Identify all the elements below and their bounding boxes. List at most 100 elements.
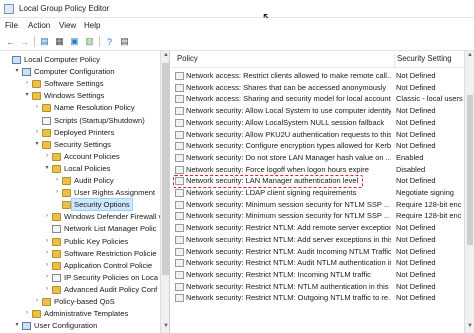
tree-item[interactable]: ▾ Local Policies <box>0 163 169 174</box>
menu-help[interactable]: Help <box>84 21 100 30</box>
tree-expander-icon[interactable]: ▾ <box>13 320 21 331</box>
folder-icon <box>52 285 61 294</box>
tree-expander-icon[interactable]: › <box>23 78 31 89</box>
tree-expander-icon[interactable]: › <box>43 236 51 247</box>
policy-row[interactable]: Network security: Restrict NTLM: Add rem… <box>171 222 464 234</box>
policy-scroll-thumb[interactable] <box>467 95 473 245</box>
tree-item[interactable]: Scripts (Startup/Shutdown) <box>0 115 169 126</box>
policy-setting: Not Defined <box>396 293 436 303</box>
policy-setting: Negotiate signing <box>396 188 454 197</box>
properties-icon[interactable]: ▣ <box>68 35 81 48</box>
policy-row[interactable]: Network security: Restrict NTLM: Add ser… <box>171 234 464 246</box>
tree-expander-icon[interactable]: › <box>33 102 41 113</box>
policy-icon <box>175 72 184 80</box>
scroll-up-icon[interactable]: ▲ <box>163 52 169 58</box>
policy-row[interactable]: Network security: Allow Local System to … <box>171 105 464 117</box>
policy-row[interactable]: Network security: Configure encryption t… <box>171 140 464 152</box>
tree-item[interactable]: › Policy-based QoS <box>0 296 169 307</box>
column-header-row: Policy Security Setting <box>171 51 474 68</box>
policy-icon <box>175 165 184 174</box>
policy-row[interactable]: Network security: Restrict NTLM: Audit N… <box>171 257 464 269</box>
tree-expander-icon[interactable]: ▾ <box>13 66 21 77</box>
policy-row[interactable]: Network security: Restrict NTLM: Incomin… <box>171 269 464 281</box>
tree-item-label: Software Restriction Policie <box>64 248 157 258</box>
tree-item[interactable]: › Deployed Printers <box>0 127 169 138</box>
tree-scrollbar[interactable]: ▲ ▼ <box>160 51 169 333</box>
tree-expander-icon[interactable]: › <box>43 272 51 283</box>
show-hide-tree-icon[interactable]: ▦ <box>53 35 66 48</box>
tree-expander-icon[interactable]: › <box>23 308 31 319</box>
back-icon[interactable]: ← <box>4 35 17 48</box>
folder-icon <box>32 92 41 101</box>
tree-expander-icon[interactable]: ▾ <box>33 139 41 150</box>
up-icon[interactable]: ▤ <box>38 35 51 48</box>
policy-setting: Not Defined <box>396 246 436 256</box>
export-icon[interactable]: ▥ <box>83 35 96 48</box>
tree-item[interactable]: ▾ Windows Settings <box>0 90 169 101</box>
tree-item-label: Name Resolution Policy <box>54 103 135 113</box>
tree-expander-icon[interactable]: › <box>43 284 51 295</box>
tree-expander-icon[interactable]: › <box>43 151 51 162</box>
tree-item[interactable]: › Public Key Policies <box>0 236 169 247</box>
tree-item[interactable]: ▾ Security Settings <box>0 139 169 150</box>
menu-view[interactable]: View <box>59 21 76 30</box>
policy-row[interactable]: Network security: Restrict NTLM: Outgoin… <box>171 292 464 304</box>
policy-row[interactable]: Network security: Restrict NTLM: NTLM au… <box>171 281 464 293</box>
tree-expander-icon[interactable]: ▾ <box>43 163 51 174</box>
policy-name: Network access: Restrict clients allowed… <box>186 71 391 80</box>
scroll-down-icon[interactable]: ▼ <box>163 323 169 329</box>
policy-row[interactable]: Network access: Sharing and security mod… <box>171 93 464 105</box>
help-icon[interactable]: ? <box>103 35 116 48</box>
tree-expander-icon[interactable]: › <box>43 248 51 259</box>
menu-file[interactable]: File <box>5 21 18 30</box>
folder-icon <box>62 189 71 198</box>
menu-action[interactable]: Action <box>28 21 50 30</box>
tree-scroll-thumb[interactable] <box>162 63 169 275</box>
tree-item[interactable]: › Advanced Audit Policy Conf <box>0 284 169 295</box>
tree-item-label: Application Control Policie <box>64 260 153 270</box>
tree-item[interactable]: Network List Manager Polic <box>0 223 169 234</box>
tree-expander-icon[interactable]: › <box>33 296 41 307</box>
policy-row[interactable]: Network security: Force logoff when logo… <box>171 164 464 176</box>
tree-expander-icon[interactable]: › <box>33 127 41 138</box>
scroll-up-icon[interactable]: ▲ <box>467 52 473 58</box>
policy-scrollbar[interactable]: ▲ ▼ <box>464 51 474 333</box>
tree-item[interactable]: › Administrative Templates <box>0 308 169 319</box>
pc-icon <box>22 322 31 331</box>
tree-item[interactable]: › Account Policies <box>0 151 169 162</box>
scroll-down-icon[interactable]: ▼ <box>467 323 473 329</box>
tree-item[interactable]: Security Options <box>0 198 169 212</box>
tree-item[interactable]: › Name Resolution Policy <box>0 102 169 113</box>
policy-list-pane: Policy Security Setting Network access: … <box>171 51 474 333</box>
policy-row[interactable]: Network security: Restrict NTLM: Audit I… <box>171 246 464 258</box>
tree-expander-icon[interactable]: › <box>43 211 51 222</box>
tree-item[interactable]: ▾ User Configuration <box>0 320 169 331</box>
policy-row[interactable]: Network security: Allow LocalSystem NULL… <box>171 117 464 129</box>
tree-expander-icon[interactable]: › <box>53 187 61 198</box>
tree-expander-icon[interactable]: › <box>53 175 61 186</box>
tree-item[interactable]: ▾ Computer Configuration <box>0 66 169 77</box>
policy-row[interactable]: Network security: Minimum session securi… <box>171 199 464 211</box>
toolbar-separator <box>34 36 35 47</box>
tree-item[interactable]: › Application Control Policie <box>0 260 169 271</box>
policy-row[interactable]: Network security: LDAP client signing re… <box>171 187 464 199</box>
policy-row[interactable]: Network access: Shares that can be acces… <box>171 82 464 94</box>
tree-item[interactable]: Local Computer Policy <box>0 54 169 65</box>
policy-row[interactable]: Network security: Do not store LAN Manag… <box>171 152 464 164</box>
policy-row[interactable]: Network access: Restrict clients allowed… <box>171 70 464 82</box>
tree-item[interactable]: › IP Security Policies on Loca <box>0 272 169 283</box>
forward-icon[interactable]: → <box>18 35 31 48</box>
column-header-setting[interactable]: Security Setting <box>397 54 463 67</box>
policy-row[interactable]: Network security: Minimum session securi… <box>171 210 464 222</box>
tree-expander-icon[interactable]: › <box>43 260 51 271</box>
column-header-policy[interactable]: Policy <box>177 54 395 67</box>
policy-icon <box>175 142 184 151</box>
tree-item[interactable]: › User Rights Assignment <box>0 187 169 198</box>
tree-expander-icon[interactable]: ▾ <box>23 90 31 101</box>
tree-item[interactable]: › Software Settings <box>0 78 169 89</box>
tree-item[interactable]: › Windows Defender Firewall v <box>0 211 169 222</box>
policy-row[interactable]: Network security: Allow PKU2U authentica… <box>171 129 464 141</box>
tree-item[interactable]: › Audit Policy <box>0 175 169 186</box>
view-icon[interactable]: ▤ <box>118 35 131 48</box>
tree-item[interactable]: › Software Restriction Policie <box>0 248 169 259</box>
